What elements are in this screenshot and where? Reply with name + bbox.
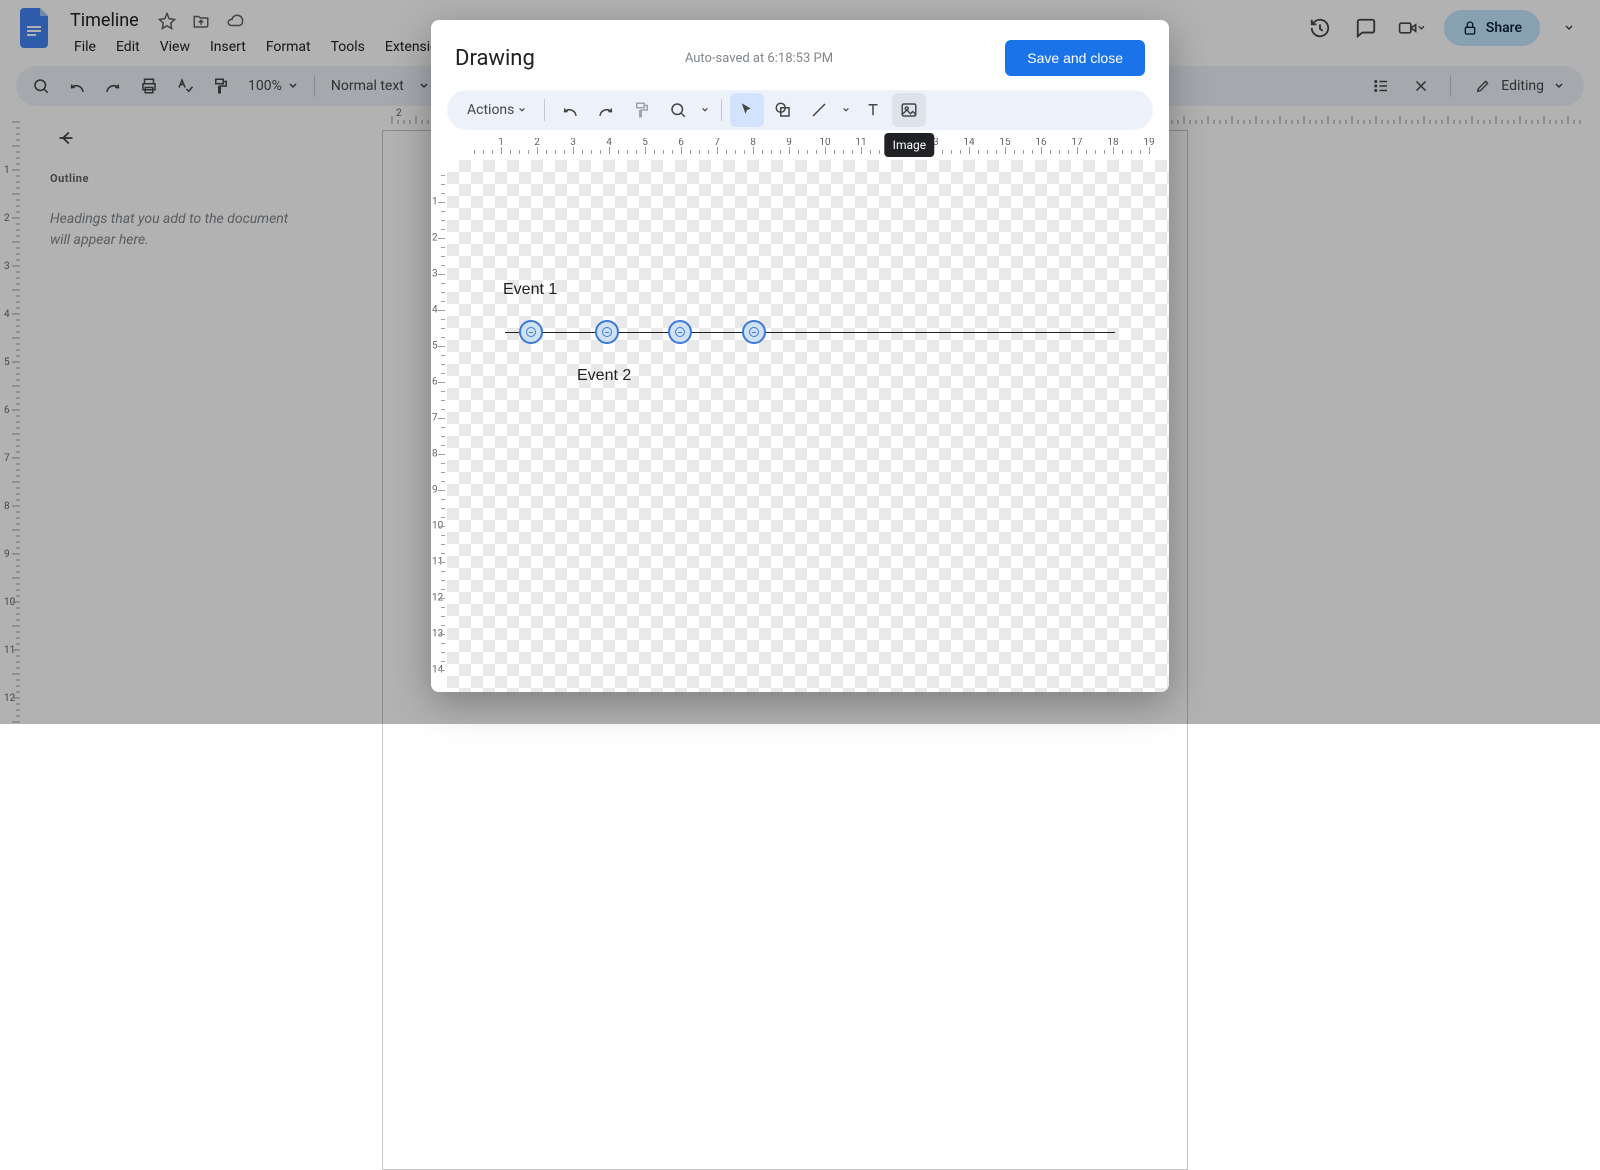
actions-menu[interactable]: Actions [457, 96, 536, 124]
timeline-label-event2[interactable]: Event 2 [577, 367, 631, 385]
timeline-label-event1[interactable]: Event 1 [503, 281, 557, 299]
zoom-tool-icon[interactable] [661, 93, 695, 127]
textbox-tool-icon[interactable] [856, 93, 890, 127]
zoom-caret-icon[interactable] [697, 106, 713, 114]
ruler-number: 7 [432, 413, 438, 424]
save-and-close-button[interactable]: Save and close [1005, 40, 1145, 76]
ruler-number: 9 [432, 485, 438, 496]
ruler-number: 1 [432, 197, 438, 208]
image-tool-icon[interactable]: Image [892, 93, 926, 127]
caret-down-icon [518, 106, 526, 114]
drawing-canvas[interactable]: Event 1 Event 2 [447, 160, 1169, 692]
separator [721, 99, 722, 121]
separator [544, 99, 545, 121]
timeline-node-3[interactable] [668, 320, 692, 344]
ruler-number: 2 [432, 233, 438, 244]
ruler-number: 6 [432, 377, 438, 388]
timeline-node-1[interactable] [519, 320, 543, 344]
autosave-status: Auto-saved at 6:18:53 PM [685, 51, 833, 66]
actions-label: Actions [467, 102, 514, 118]
timeline-node-2[interactable] [595, 320, 619, 344]
tooltip-image: Image [885, 133, 934, 157]
modal-overlay: Drawing Auto-saved at 6:18:53 PM Save an… [0, 0, 1600, 724]
timeline-node-4[interactable] [742, 320, 766, 344]
ruler-number: 8 [432, 449, 438, 460]
line-caret-icon[interactable] [838, 106, 854, 114]
dialog-header: Drawing Auto-saved at 6:18:53 PM Save an… [431, 20, 1169, 90]
drawing-toolbar: Actions Image [447, 90, 1153, 130]
drawing-horizontal-ruler: 12345678910111213141516171819 [447, 138, 1169, 160]
shape-tool-icon[interactable] [766, 93, 800, 127]
ruler-number: 5 [432, 341, 438, 352]
redo-icon[interactable] [589, 93, 623, 127]
paint-format-icon[interactable] [625, 93, 659, 127]
dialog-title: Drawing [455, 46, 535, 71]
ruler-number: 4 [432, 305, 438, 316]
select-tool-icon[interactable] [730, 93, 764, 127]
line-tool-icon[interactable] [802, 93, 836, 127]
drawing-vertical-ruler: 1234567891011121314 [431, 160, 447, 692]
ruler-number: 3 [432, 269, 438, 280]
undo-icon[interactable] [553, 93, 587, 127]
drawing-dialog: Drawing Auto-saved at 6:18:53 PM Save an… [431, 20, 1169, 692]
drawing-canvas-area: 12345678910111213141516171819 1234567891… [431, 138, 1169, 692]
